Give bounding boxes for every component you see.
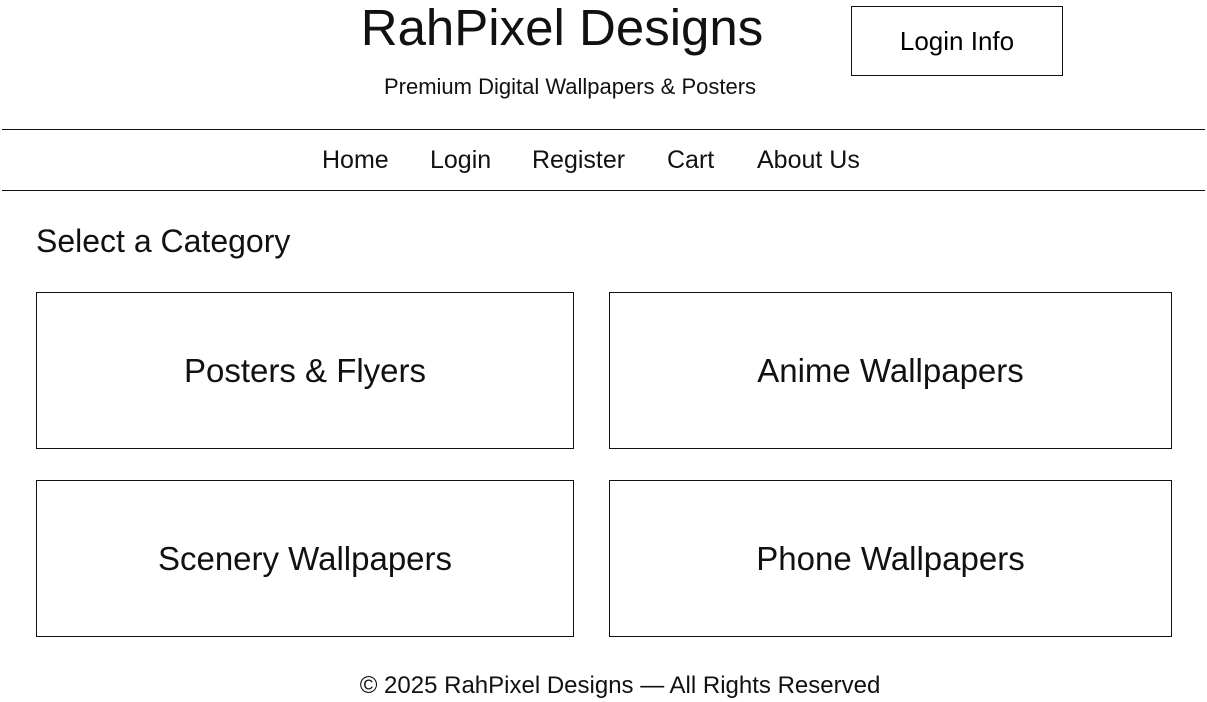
nav-link-about-us[interactable]: About Us <box>757 146 860 174</box>
category-card-scenery-wallpapers[interactable]: Scenery Wallpapers <box>36 480 574 637</box>
site-subtitle: Premium Digital Wallpapers & Posters <box>383 74 757 99</box>
category-card-label: Posters & Flyers <box>183 351 427 389</box>
nav-link-home[interactable]: Home <box>322 146 389 174</box>
category-card-phone-wallpapers[interactable]: Phone Wallpapers <box>609 480 1172 637</box>
category-card-anime-wallpapers[interactable]: Anime Wallpapers <box>609 292 1172 449</box>
login-info-button[interactable]: Login Info <box>851 6 1063 76</box>
nav-link-cart[interactable]: Cart <box>667 146 714 174</box>
page: RahPixel Designs Premium Digital Wallpap… <box>0 0 1207 702</box>
footer-copyright: © 2025 RahPixel Designs — All Rights Res… <box>359 672 881 699</box>
category-card-label: Scenery Wallpapers <box>157 539 453 577</box>
main-nav: Home Login Register Cart About Us <box>2 129 1205 191</box>
category-card-posters-flyers[interactable]: Posters & Flyers <box>36 292 574 449</box>
nav-link-register[interactable]: Register <box>532 146 625 174</box>
nav-link-login[interactable]: Login <box>430 146 491 174</box>
category-card-label: Phone Wallpapers <box>756 539 1025 577</box>
category-card-label: Anime Wallpapers <box>757 351 1024 389</box>
section-heading: Select a Category <box>36 223 291 259</box>
site-title: RahPixel Designs <box>360 0 764 56</box>
